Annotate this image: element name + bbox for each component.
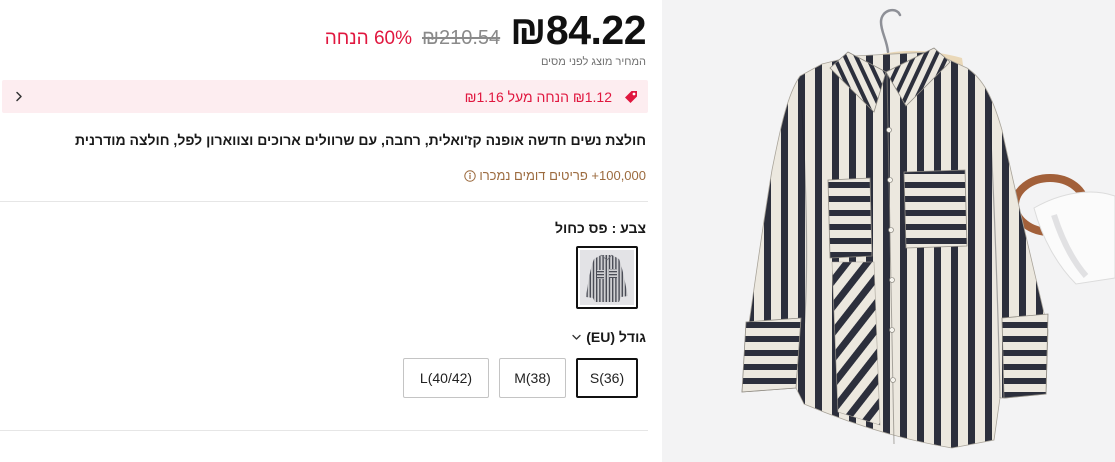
shirt-cuff (1001, 313, 1049, 399)
divider (0, 201, 648, 202)
color-selection-label: צבע : פס כחול (555, 219, 646, 237)
size-system-selector[interactable]: גודל (EU) (572, 328, 646, 346)
sold-count: 100,000+ פריטים דומים נמכרו (464, 167, 646, 185)
color-label: צבע : (611, 220, 646, 236)
color-option-thumbnail[interactable] (576, 246, 638, 309)
product-info-panel: ₪84.22 ₪210.54 60% הנחה המחיר מוצג לפני … (0, 0, 648, 462)
shirt-button (887, 177, 893, 183)
sold-count-text: 100,000+ פריטים דומים נמכרו (479, 168, 646, 183)
color-value: פס כחול (555, 220, 608, 236)
coupon-text: ₪1.12 הנחה מעל ₪1.16 (464, 88, 612, 105)
chevron-down-icon (572, 334, 581, 341)
tax-note: המחיר מוצג לפני מסים (540, 56, 646, 68)
divider (0, 430, 648, 431)
discount-label: 60% הנחה (324, 28, 412, 49)
size-option-l[interactable]: L(40/42) (403, 358, 489, 398)
size-option-m[interactable]: M(38) (499, 358, 566, 398)
shirt-button (888, 227, 894, 233)
size-label: גודל (EU) (586, 329, 646, 345)
info-icon[interactable] (464, 170, 477, 182)
original-price: ₪210.54 (422, 27, 501, 49)
product-photo (662, 0, 1115, 462)
shirt-button (889, 277, 895, 283)
product-title: חולצת נשים חדשה אופנה קז'ואלית, רחבה, עם… (75, 132, 646, 148)
shirt-pocket (827, 177, 873, 259)
shirt-cuff (741, 317, 802, 393)
shirt-button (886, 127, 892, 133)
product-main-image[interactable] (662, 0, 1115, 462)
shirt-pocket (903, 169, 968, 249)
coupon-banner[interactable]: ₪1.12 הנחה מעל ₪1.16 (2, 80, 648, 113)
shirt-button (889, 327, 895, 333)
shirt-panel (831, 261, 881, 426)
thumbnail-image (580, 250, 634, 305)
price-row: ₪84.22 ₪210.54 60% הנחה (324, 5, 647, 55)
chevron-right-icon[interactable] (15, 91, 23, 102)
current-price: ₪84.22 (510, 7, 646, 53)
size-option-s[interactable]: S(36) (576, 358, 638, 398)
size-options: S(36) M(38) L(40/42) (403, 358, 638, 398)
tag-icon (624, 90, 638, 104)
shirt-button (890, 377, 896, 383)
